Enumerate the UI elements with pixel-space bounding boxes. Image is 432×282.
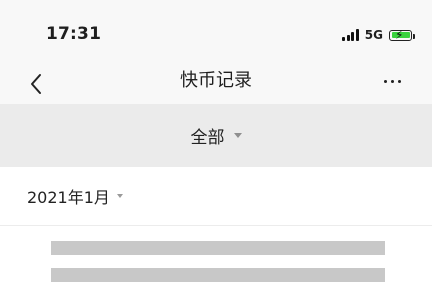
month-row: 2021年1月	[0, 167, 432, 226]
back-button[interactable]	[22, 64, 50, 104]
loading-placeholder-bar	[51, 241, 385, 255]
filter-dropdown[interactable]: 全部	[191, 123, 242, 148]
caret-down-icon	[233, 133, 242, 138]
caret-down-icon	[116, 194, 123, 198]
month-dropdown[interactable]: 2021年1月	[27, 167, 123, 225]
month-label: 2021年1月	[27, 188, 110, 207]
more-horizontal-icon	[383, 79, 387, 83]
status-icons: 5G ⚡	[342, 27, 415, 43]
filter-bar: 全部	[0, 104, 432, 167]
nav-bar: 快币记录	[0, 64, 432, 104]
filter-label: 全部	[190, 128, 225, 148]
status-time: 17:31	[46, 24, 102, 44]
loading-placeholder-bar	[51, 268, 385, 282]
status-bar: 17:31 5G ⚡	[0, 0, 432, 64]
more-button[interactable]	[378, 64, 406, 104]
network-type: 5G	[364, 28, 383, 42]
record-list	[0, 226, 432, 282]
signal-bars-icon	[342, 29, 359, 41]
chevron-left-icon	[31, 74, 41, 94]
battery-charging-icon: ⚡	[389, 28, 415, 42]
page-title: 快币记录	[180, 70, 252, 91]
